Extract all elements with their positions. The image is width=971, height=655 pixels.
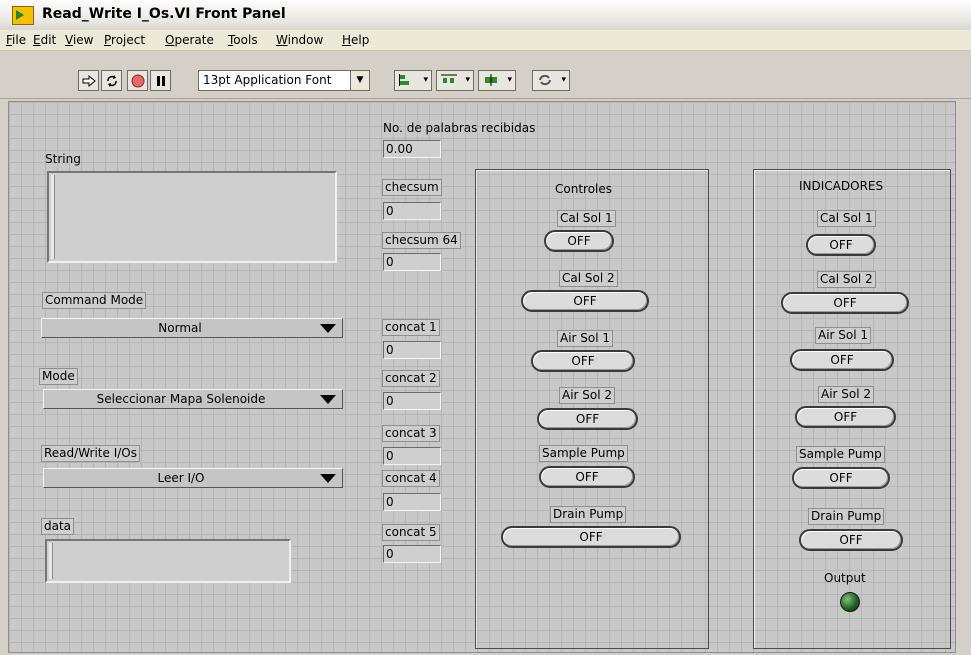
indicadores-cluster: INDICADORES Cal Sol 1 OFF Cal Sol 2 OFF … xyxy=(753,169,951,649)
read-write-ios-value: Leer I/O xyxy=(157,471,205,485)
font-select[interactable]: 13pt Application Font ▼ xyxy=(198,70,370,91)
control-cal-sol-2-button[interactable]: OFF xyxy=(521,290,649,312)
menu-edit[interactable]: Edit xyxy=(33,33,56,47)
align-objects-button[interactable]: ▾ xyxy=(394,70,432,91)
menu-operate[interactable]: Operate xyxy=(165,33,214,47)
menu-file[interactable]: File xyxy=(6,33,26,47)
abort-icon[interactable] xyxy=(127,70,148,91)
concat3-label: concat 3 xyxy=(382,425,440,442)
mode-ring[interactable]: Seleccionar Mapa Solenoide xyxy=(43,389,343,409)
dropdown-arrow-icon xyxy=(320,324,336,333)
control-sample-pump-button[interactable]: OFF xyxy=(539,466,635,488)
resize-objects-button[interactable]: ▾ xyxy=(478,70,516,91)
menu-view[interactable]: View xyxy=(65,33,93,47)
indicator-air-sol-2: OFF xyxy=(795,406,896,428)
indicator-air-sol-2-label: Air Sol 2 xyxy=(818,386,875,403)
concat3-indicator: 0 xyxy=(383,447,441,465)
align-objects-icon xyxy=(399,74,409,86)
chevron-down-icon[interactable]: ▼ xyxy=(350,71,369,90)
checksum64-indicator: 0 xyxy=(383,253,441,271)
indicator-sample-pump: OFF xyxy=(792,467,890,489)
run-continuously-icon[interactable] xyxy=(101,70,122,91)
mode-value: Seleccionar Mapa Solenoide xyxy=(96,392,266,406)
string-label: String xyxy=(45,152,81,166)
output-label: Output xyxy=(824,571,866,585)
dropdown-arrow-icon xyxy=(320,395,336,404)
menu-tools[interactable]: Tools xyxy=(228,33,258,47)
dropdown-arrow-icon xyxy=(320,474,336,483)
control-cal-sol-1-label: Cal Sol 1 xyxy=(557,210,616,227)
indicadores-title: INDICADORES xyxy=(799,179,884,193)
title-bar: Read_Write I_Os.VI Front Panel xyxy=(0,0,971,31)
control-air-sol-2-button[interactable]: OFF xyxy=(537,408,638,430)
resize-objects-icon xyxy=(485,74,497,86)
concat4-indicator: 0 xyxy=(383,493,441,511)
control-sample-pump-label: Sample Pump xyxy=(539,445,628,462)
checksum64-label: checsum 64 xyxy=(382,232,461,249)
command-mode-value: Normal xyxy=(158,321,202,335)
menu-help[interactable]: Help xyxy=(342,33,369,47)
window-title: Read_Write I_Os.VI Front Panel xyxy=(42,6,286,22)
concat5-indicator: 0 xyxy=(383,545,441,563)
toolbar: 13pt Application Font ▼ ▾ ▾ ▾ ▾ xyxy=(0,51,971,99)
control-drain-pump-button[interactable]: OFF xyxy=(501,526,681,548)
data-label: data xyxy=(41,518,75,535)
checksum-indicator: 0 xyxy=(383,202,441,220)
output-led xyxy=(840,592,860,612)
controles-cluster: Controles Cal Sol 1 OFF Cal Sol 2 OFF Ai… xyxy=(475,169,709,649)
menu-window[interactable]: Window xyxy=(276,33,323,47)
control-air-sol-1-button[interactable]: OFF xyxy=(531,350,635,372)
font-select-value: 13pt Application Font xyxy=(203,73,332,87)
read-write-ios-ring[interactable]: Leer I/O xyxy=(43,468,343,488)
read-write-ios-label: Read/Write I/Os xyxy=(41,445,140,462)
mode-label: Mode xyxy=(39,368,78,385)
concat2-label: concat 2 xyxy=(382,370,440,387)
indicator-cal-sol-1: OFF xyxy=(806,234,876,256)
control-cal-sol-2-label: Cal Sol 2 xyxy=(559,270,618,287)
concat1-indicator: 0 xyxy=(383,341,441,359)
indicator-sample-pump-label: Sample Pump xyxy=(796,446,885,463)
indicator-cal-sol-1-label: Cal Sol 1 xyxy=(817,210,876,227)
run-arrow-icon[interactable] xyxy=(78,70,99,91)
concat5-label: concat 5 xyxy=(382,524,440,541)
concat1-label: concat 1 xyxy=(382,319,440,336)
indicator-cal-sol-2-label: Cal Sol 2 xyxy=(817,271,876,288)
distribute-objects-button[interactable]: ▾ xyxy=(436,70,474,91)
indicator-drain-pump: OFF xyxy=(799,529,903,551)
front-panel: String Command Mode Normal Mode Seleccio… xyxy=(8,101,956,653)
control-cal-sol-1-button[interactable]: OFF xyxy=(544,230,614,252)
distribute-objects-icon xyxy=(441,74,457,83)
pause-icon[interactable] xyxy=(150,70,171,91)
indicator-drain-pump-label: Drain Pump xyxy=(808,508,885,525)
reorder-button[interactable]: ▾ xyxy=(532,70,570,91)
string-control[interactable] xyxy=(47,171,337,263)
menu-bar: File Edit View Project Operate Tools Win… xyxy=(0,30,971,51)
labview-vi-icon xyxy=(12,6,34,25)
control-drain-pump-label: Drain Pump xyxy=(550,506,627,523)
concat4-label: concat 4 xyxy=(382,470,440,487)
command-mode-ring[interactable]: Normal xyxy=(41,318,343,338)
words-received-label: No. de palabras recibidas xyxy=(383,121,536,135)
indicator-air-sol-1: OFF xyxy=(790,349,894,371)
checksum-label: checsum xyxy=(382,179,442,196)
control-air-sol-2-label: Air Sol 2 xyxy=(559,387,616,404)
indicator-cal-sol-2: OFF xyxy=(781,292,909,314)
words-received-indicator: 0.00 xyxy=(383,140,441,158)
menu-project[interactable]: Project xyxy=(104,33,145,47)
controles-title: Controles xyxy=(555,182,613,196)
command-mode-label: Command Mode xyxy=(42,292,147,309)
data-indicator xyxy=(45,539,291,583)
reorder-icon xyxy=(539,74,551,86)
control-air-sol-1-label: Air Sol 1 xyxy=(557,330,614,347)
indicator-air-sol-1-label: Air Sol 1 xyxy=(815,327,872,344)
concat2-indicator: 0 xyxy=(383,392,441,410)
